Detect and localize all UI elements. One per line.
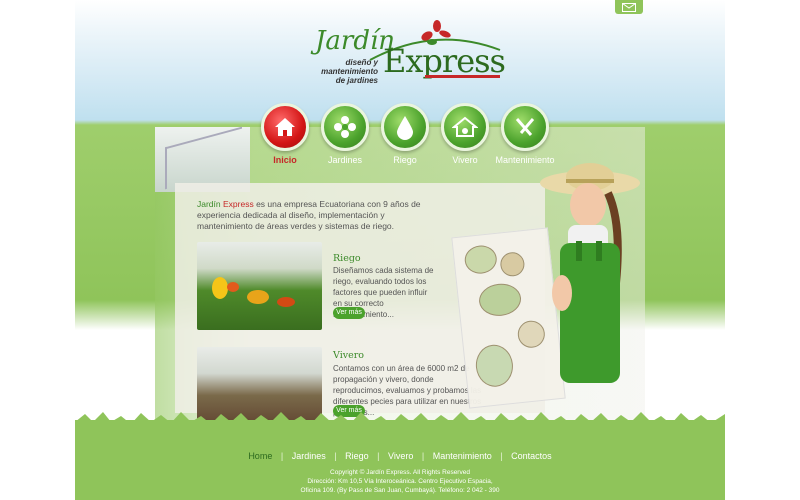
- intro-paragraph: Jardín Express es una empresa Ecuatorian…: [197, 199, 442, 232]
- page-margin-left: [0, 0, 75, 500]
- page-margin-right: [725, 0, 800, 500]
- main-nav: Inicio Jardines Riego Vivero Mantenimien…: [255, 103, 555, 168]
- flower-icon: [334, 116, 356, 138]
- mail-button[interactable]: [615, 0, 643, 14]
- footer-link-riego[interactable]: Riego: [345, 451, 369, 461]
- riego-title: Riego: [333, 253, 361, 264]
- logo-underline: [425, 75, 500, 78]
- nav-label-riego: Riego: [393, 155, 417, 165]
- nav-label-jardines: Jardines: [327, 155, 363, 165]
- home-icon: [275, 118, 295, 136]
- footer-nav: Home | Jardines | Riego | Vivero | Mante…: [75, 451, 725, 461]
- vivero-title: Vivero: [333, 350, 364, 361]
- nav-item-mantenimiento[interactable]: Mantenimiento: [495, 103, 555, 165]
- footer-separator: |: [280, 451, 284, 461]
- footer-separator: |: [421, 451, 425, 461]
- nav-circle-mantenimiento: [501, 103, 549, 151]
- nav-label-vivero: Vivero: [452, 155, 478, 165]
- footer-link-jardines[interactable]: Jardines: [292, 451, 326, 461]
- tagline-line-1: diseño y: [345, 58, 378, 67]
- riego-ver-mas-button[interactable]: Ver más: [333, 307, 365, 319]
- mail-icon: [622, 2, 636, 12]
- footer-link-home[interactable]: Home: [248, 451, 272, 461]
- tagline-line-2: mantenimiento: [321, 67, 378, 76]
- pruning-shears-icon: [515, 118, 535, 136]
- footer-address-line-1: Dirección: Km 10,5 Vía Interoceánica. Ce…: [307, 478, 493, 485]
- footer-address-line-2: Oficina 109. (By Pass de San Juan, Cumba…: [300, 487, 500, 494]
- footer-link-contactos[interactable]: Contactos: [511, 451, 552, 461]
- water-drop-icon: [397, 116, 413, 140]
- nav-circle-riego: [381, 103, 429, 151]
- footer-copyright: Copyright © Jardín Express. All Rights R…: [330, 469, 470, 476]
- nav-circle-inicio: [261, 103, 309, 151]
- greenhouse-icon: [452, 116, 478, 137]
- nav-item-jardines[interactable]: Jardines: [315, 103, 375, 165]
- site-logo[interactable]: Jardín Express diseño y mantenimiento de…: [303, 18, 506, 88]
- riego-photo: [197, 242, 322, 330]
- tagline-line-3: de jardines: [335, 76, 378, 85]
- footer-separator: |: [500, 451, 503, 461]
- footer-separator: |: [334, 451, 337, 461]
- footer-separator: |: [377, 451, 380, 461]
- nav-circle-jardines: [321, 103, 369, 151]
- footer-link-mantenimiento[interactable]: Mantenimiento: [433, 451, 492, 461]
- site-container: Jardín Express diseño y mantenimiento de…: [75, 0, 725, 500]
- nav-item-vivero[interactable]: Vivero: [435, 103, 495, 165]
- logo-tagline: diseño y mantenimiento de jardines: [303, 58, 378, 85]
- nav-item-riego[interactable]: Riego: [375, 103, 435, 165]
- nav-circle-vivero: [441, 103, 489, 151]
- nav-label-inicio: Inicio: [273, 155, 297, 165]
- nav-item-inicio[interactable]: Inicio: [255, 103, 315, 165]
- girl-with-hat-image: [540, 163, 640, 383]
- intro-brand-jardin: Jardín: [197, 199, 221, 209]
- footer-link-vivero[interactable]: Vivero: [388, 451, 413, 461]
- intro-brand-express: Express: [223, 199, 254, 209]
